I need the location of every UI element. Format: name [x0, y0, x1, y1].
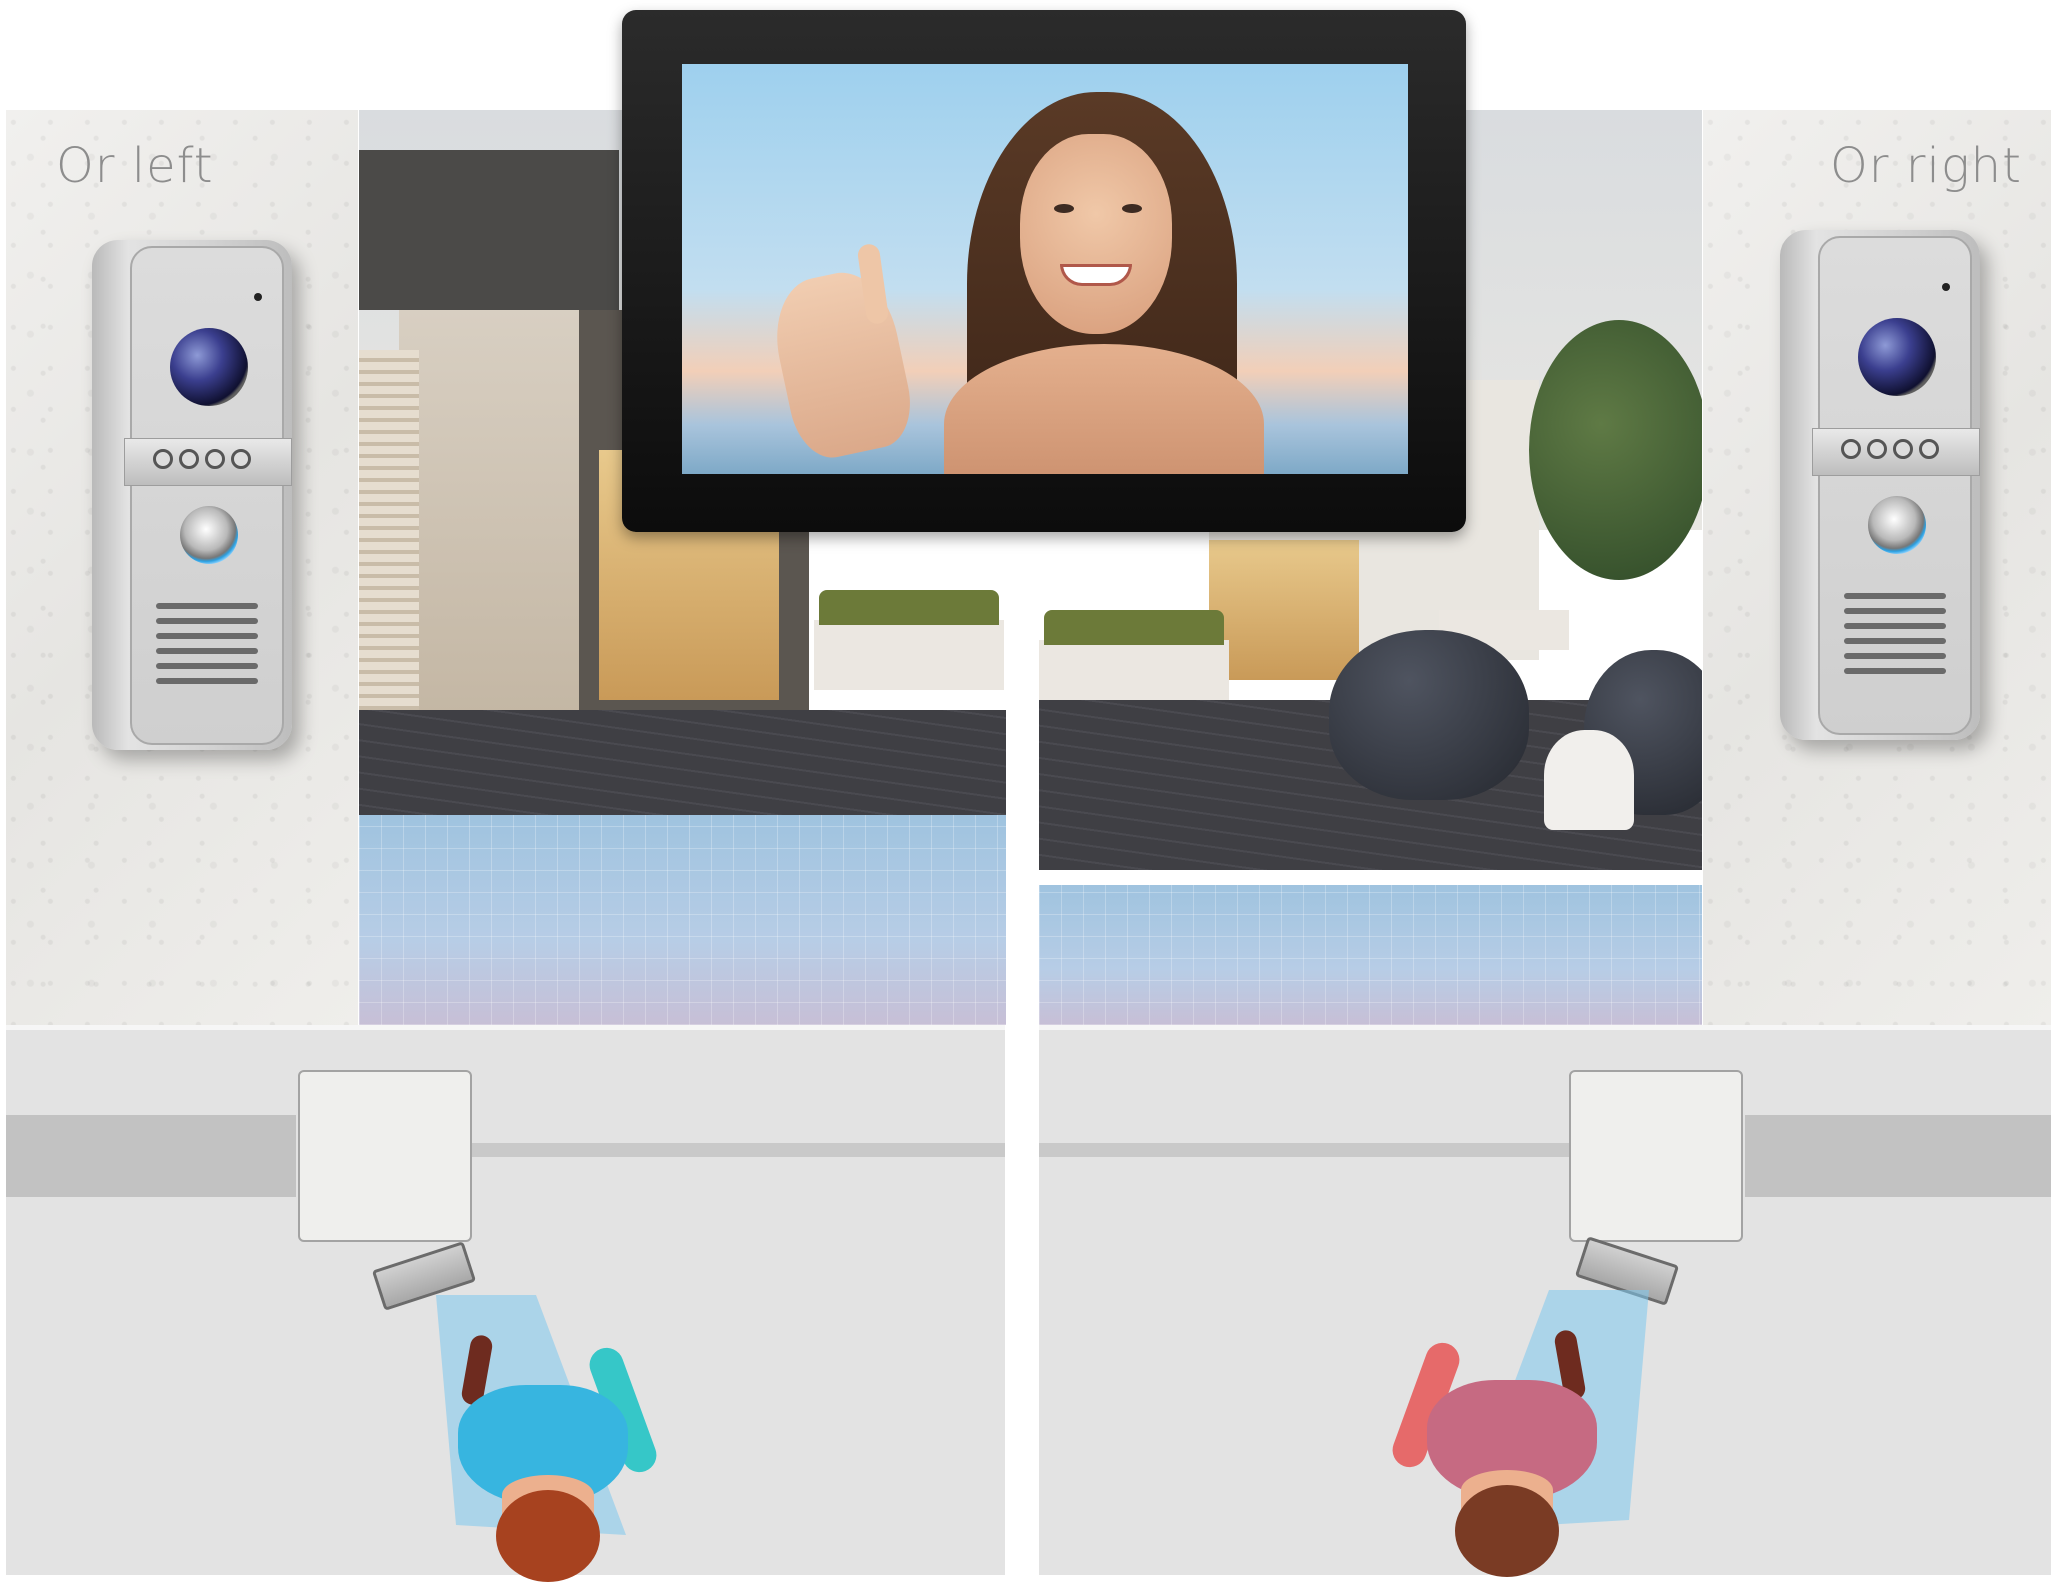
key-1: [153, 449, 173, 469]
visitor-hand: [764, 263, 920, 465]
call-button-icon: [180, 506, 238, 564]
key-2: [179, 449, 199, 469]
label-or-right: Or right: [1830, 138, 2022, 194]
visitor-face: [1020, 134, 1172, 334]
key-bar: [124, 438, 292, 486]
wall-segment: [1745, 1115, 2051, 1197]
key-1: [1841, 439, 1861, 459]
wall-segment: [6, 1115, 296, 1197]
microphone-dot: [254, 293, 262, 301]
wall-line: [1039, 1143, 1569, 1157]
call-button-icon: [1868, 496, 1926, 554]
speaker-grille: [156, 603, 258, 693]
mounting-box: [1569, 1070, 1743, 1242]
mounting-box: [298, 1070, 472, 1242]
monitor-screen: [682, 64, 1408, 474]
wall-line: [466, 1143, 1005, 1157]
floor-plan-left: [6, 1025, 1005, 1582]
label-or-left: Or left: [56, 138, 214, 194]
person-topview-icon: [1387, 1310, 1609, 1577]
camera-lens-icon: [170, 328, 248, 406]
microphone-dot: [1942, 283, 1950, 291]
floor-plan-right: [1039, 1025, 2051, 1577]
video-monitor-icon: [622, 10, 1466, 532]
door-station-face: [1812, 236, 1980, 735]
camera-lens-icon: [1858, 318, 1936, 396]
visitor-smile: [1060, 264, 1132, 286]
key-4: [231, 449, 251, 469]
speaker-grille: [1844, 593, 1946, 683]
key-3: [205, 449, 225, 469]
door-station-face: [124, 246, 292, 745]
door-station-right: [1780, 230, 1980, 740]
key-bar: [1812, 428, 1980, 476]
key-4: [1919, 439, 1939, 459]
monitor-stem: [1008, 532, 1038, 1575]
key-2: [1867, 439, 1887, 459]
key-3: [1893, 439, 1913, 459]
person-topview-icon: [446, 1315, 666, 1582]
door-station-left: [92, 240, 292, 750]
